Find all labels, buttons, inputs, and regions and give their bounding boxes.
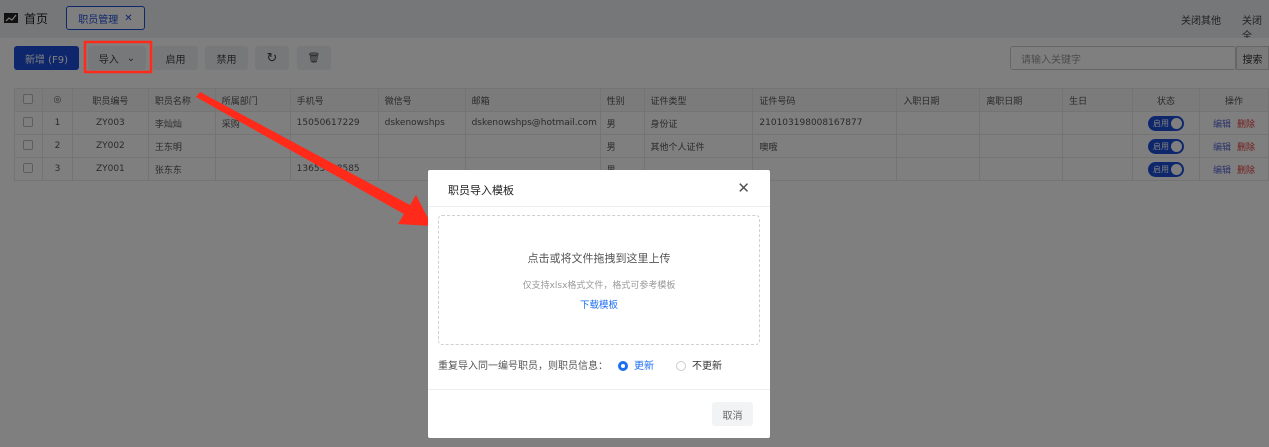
upload-text: 点击或将文件拖拽到这里上传: [527, 252, 671, 265]
annotation-arrow: [196, 92, 432, 226]
divider: [428, 206, 770, 207]
upload-dropzone[interactable]: 点击或将文件拖拽到这里上传 仅支持xlsx格式文件，格式可参考模板 下载模板: [438, 215, 760, 345]
divider: [428, 389, 770, 390]
close-icon[interactable]: ✕: [737, 179, 750, 197]
cancel-button[interactable]: 取消: [712, 402, 753, 426]
duplicate-label: 重复导入同一编号职员，则职员信息：: [438, 361, 608, 372]
duplicate-option-row: 重复导入同一编号职员，则职员信息： 更新 不更新: [438, 357, 722, 372]
radio-checked-icon: [618, 361, 628, 371]
radio-no-update-label: 不更新: [692, 361, 722, 372]
radio-no-update[interactable]: 不更新: [676, 357, 722, 372]
import-dialog: 职员导入模板 ✕ 点击或将文件拖拽到这里上传 仅支持xlsx格式文件，格式可参考…: [428, 170, 770, 438]
radio-update-label: 更新: [634, 361, 654, 372]
radio-unchecked-icon: [676, 361, 686, 371]
annotation-box: [83, 40, 153, 74]
radio-update[interactable]: 更新: [618, 357, 654, 372]
download-template-link[interactable]: 下载模板: [439, 297, 759, 311]
dialog-title: 职员导入模板: [448, 184, 514, 197]
upload-hint: 仅支持xlsx格式文件，格式可参考模板: [522, 281, 676, 291]
